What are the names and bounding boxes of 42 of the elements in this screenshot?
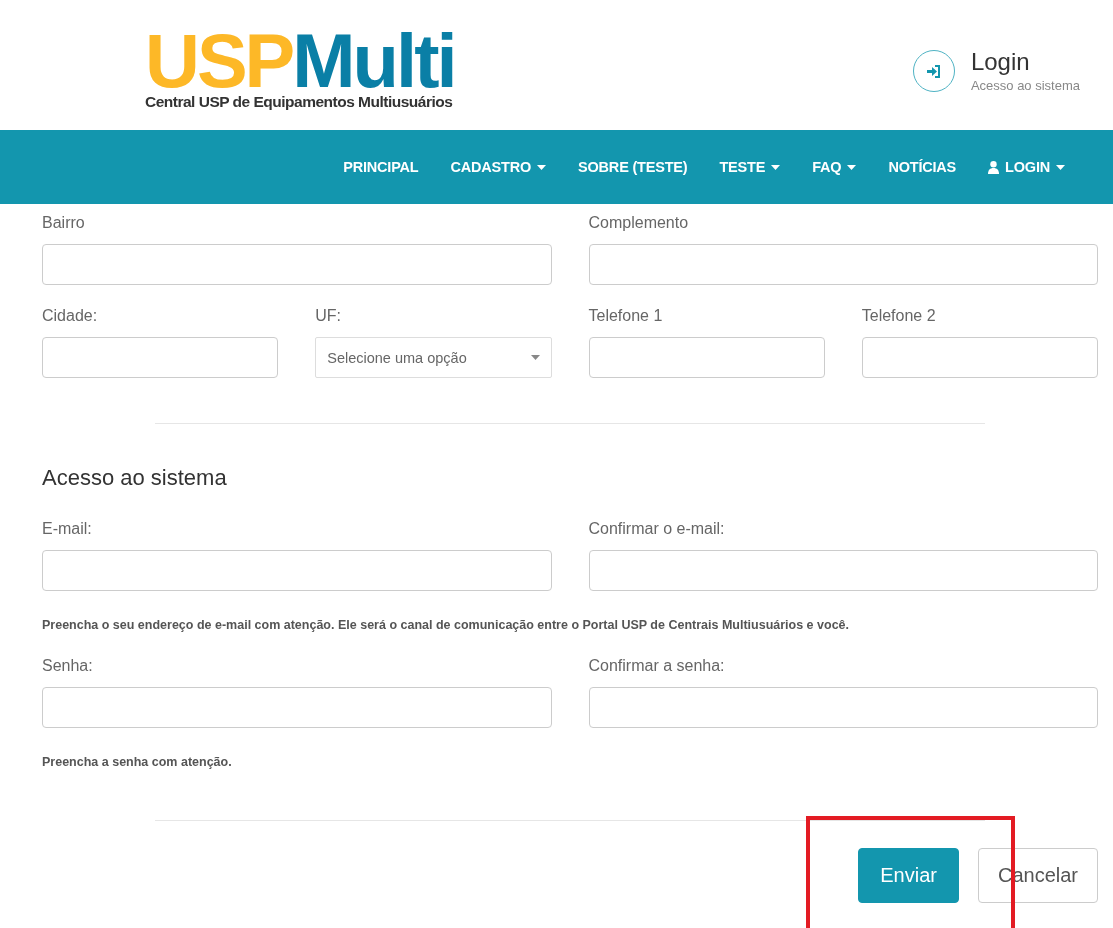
- caret-icon: [530, 355, 540, 360]
- caret-icon: [537, 164, 547, 170]
- user-icon: [988, 160, 1000, 174]
- nav-link[interactable]: TESTE: [687, 159, 781, 175]
- input-field[interactable]: [42, 550, 552, 591]
- logo-tagline: Central USP de Equipamentos Multiusuários: [145, 93, 454, 111]
- input-field[interactable]: [42, 687, 552, 728]
- nav-link[interactable]: FAQ: [780, 159, 857, 175]
- input-field[interactable]: [861, 337, 1098, 378]
- input-field[interactable]: [42, 337, 279, 378]
- caret-icon: [847, 164, 857, 170]
- input-field[interactable]: [588, 244, 1098, 285]
- caret-icon: [1056, 164, 1065, 170]
- field-label: Senha:: [42, 656, 93, 676]
- nav-link[interactable]: SOBRE (TESTE): [546, 159, 688, 175]
- submit-button[interactable]: Enviar: [858, 848, 959, 903]
- field-label: Cidade:: [42, 306, 98, 326]
- input-field[interactable]: [42, 244, 552, 285]
- field-label: Confirmar o e-mail:: [588, 519, 725, 539]
- caret-icon: [771, 164, 781, 170]
- nav-link[interactable]: PRINCIPAL: [311, 159, 419, 175]
- logo[interactable]: USPMulti: [145, 30, 455, 92]
- field-label: Confirmar a senha:: [588, 656, 725, 676]
- input-field[interactable]: [588, 550, 1098, 591]
- nav-link[interactable]: CADASTRO: [418, 159, 547, 175]
- hint-text: Preencha a senha com atenção.: [42, 755, 232, 769]
- nav-link[interactable]: LOGIN: [956, 159, 1065, 175]
- field-label: Telefone 1: [588, 306, 663, 326]
- hint-text: Preencha o seu endereço de e-mail com atenção. Ele será o canal de comunicação entre o Portal USP de Centrais Multiusuários e você.: [42, 618, 849, 632]
- field-label: Telefone 2: [861, 306, 936, 326]
- login-title[interactable]: Login: [970, 48, 1030, 76]
- field-label: UF:: [315, 306, 342, 326]
- field-label: Bairro: [42, 213, 85, 233]
- login-subtitle: Acesso ao sistema: [970, 78, 1080, 93]
- select-field[interactable]: Selecione uma opção: [315, 337, 552, 378]
- section-title: Acesso ao sistema: [42, 464, 228, 492]
- field-label: Complemento: [588, 213, 689, 233]
- sign-in-icon: [926, 64, 941, 78]
- field-label: E-mail:: [42, 519, 92, 539]
- nav-link[interactable]: NOTÍCIAS: [856, 159, 957, 175]
- input-field[interactable]: [588, 687, 1098, 728]
- input-field[interactable]: [588, 337, 825, 378]
